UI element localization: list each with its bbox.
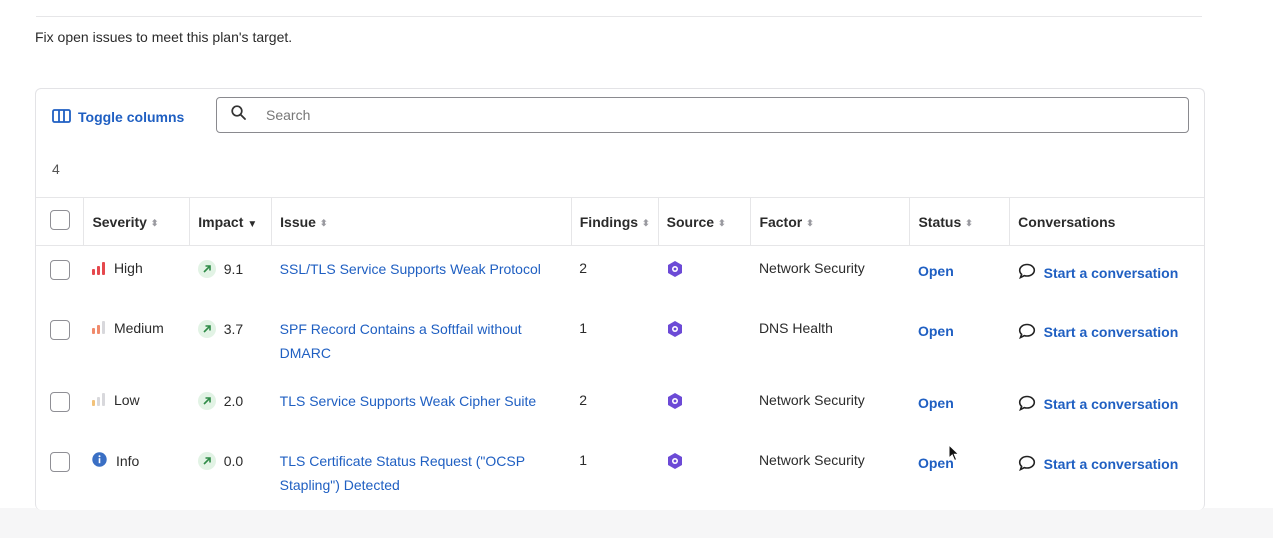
start-conversation-button[interactable]: Start a conversation — [1018, 263, 1196, 282]
search-input[interactable] — [264, 106, 1164, 124]
sort-icon: ⬍ — [806, 217, 814, 228]
intro-text: Fix open issues to meet this plan's targ… — [35, 29, 293, 45]
source-logo-icon — [666, 261, 684, 281]
status-link[interactable]: Open — [918, 395, 954, 411]
source-logo-icon — [666, 452, 684, 473]
sort-icon: ⬍ — [642, 217, 650, 228]
impact-value: 9.1 — [223, 261, 244, 277]
start-conversation-button[interactable]: Start a conversation — [1018, 323, 1196, 342]
signal-bars-medium-icon — [91, 321, 105, 334]
status-link[interactable]: Open — [918, 323, 954, 339]
impact-value: 0.0 — [223, 452, 244, 469]
toggle-columns-label: Toggle columns — [78, 109, 185, 125]
result-count: 4 — [52, 161, 60, 177]
header-issue[interactable]: Issue ⬍ — [271, 197, 572, 246]
source-logo-icon — [666, 392, 684, 413]
issues-table: Severity ⬍ Impact ▼ Issue ⬍ Findings ⬍ Sourc… — [36, 197, 1204, 510]
toggle-columns-button[interactable]: Toggle columns — [52, 105, 184, 129]
factor-label: Network Security — [758, 260, 865, 276]
search-box — [216, 97, 1189, 133]
sort-icon: ⬍ — [965, 217, 973, 228]
table-row: Medium 3.7 SPF Record Contains a Softfai… — [36, 306, 1204, 378]
signal-bars-high-icon — [91, 261, 105, 275]
header-conversations: Conversations — [1009, 197, 1204, 246]
factor-label: DNS Health — [758, 319, 833, 336]
severity-label: High — [113, 260, 143, 276]
search-icon — [231, 105, 246, 125]
impact-value: 3.7 — [223, 320, 244, 337]
impact-value: 2.0 — [223, 392, 244, 409]
issue-link[interactable]: TLS Certificate Status Request ("OCSP St… — [280, 449, 564, 497]
row-checkbox[interactable] — [50, 260, 70, 280]
severity-label: Low — [113, 391, 140, 408]
issue-link[interactable]: SPF Record Contains a Softfail without D… — [280, 317, 564, 365]
mouse-cursor-icon — [948, 443, 960, 467]
start-conversation-button[interactable]: Start a conversation — [1018, 455, 1196, 474]
header-findings[interactable]: Findings ⬍ — [571, 197, 659, 246]
start-conversation-button[interactable]: Start a conversation — [1018, 395, 1196, 414]
issues-card: Toggle columns 4 Severity⬍ Impact▼ Issue… — [35, 88, 1205, 510]
issue-link[interactable]: SSL/TLS Service Supports Weak Protocol — [280, 257, 541, 281]
header-severity[interactable]: Severity ⬍ — [83, 197, 191, 246]
header-factor[interactable]: Factor ⬍ — [750, 197, 911, 246]
info-circle-icon — [92, 451, 107, 470]
trend-up-icon — [197, 451, 216, 470]
findings-count: 2 — [579, 260, 588, 276]
findings-count: 1 — [579, 451, 588, 468]
source-logo-icon — [666, 320, 684, 341]
table-row: Info 0.0 TLS Certificate Status Request … — [36, 438, 1204, 510]
section-divider — [36, 16, 1202, 17]
sort-icon: ⬍ — [319, 217, 328, 228]
sort-icon: ⬍ — [718, 217, 726, 228]
header-source[interactable]: Source ⬍ — [658, 197, 752, 246]
trend-up-icon — [197, 319, 216, 338]
signal-bars-low-icon — [91, 393, 105, 406]
sort-descending-icon: ▼ — [247, 218, 258, 230]
row-checkbox[interactable] — [50, 391, 70, 412]
select-all-checkbox[interactable] — [50, 210, 70, 230]
status-link[interactable]: Open — [918, 263, 954, 279]
trend-up-icon — [197, 260, 216, 278]
chat-bubble-icon — [1018, 395, 1036, 414]
header-select-all — [36, 197, 85, 246]
severity-label: Medium — [113, 319, 164, 336]
trend-up-icon — [197, 391, 216, 410]
findings-count: 2 — [579, 391, 588, 408]
chat-bubble-icon — [1018, 455, 1036, 474]
chat-bubble-icon — [1018, 323, 1036, 342]
row-checkbox[interactable] — [50, 319, 70, 340]
chat-bubble-icon — [1018, 263, 1036, 282]
severity-label: Info — [115, 452, 140, 469]
sort-icon: ⬍ — [150, 217, 159, 228]
table-row: High 9.1 SSL/TLS Service Supports Weak P… — [36, 246, 1204, 306]
findings-count: 1 — [579, 319, 588, 336]
columns-icon — [52, 108, 71, 126]
factor-label: Network Security — [758, 451, 865, 468]
issue-link[interactable]: TLS Service Supports Weak Cipher Suite — [280, 389, 537, 413]
row-checkbox[interactable] — [50, 451, 70, 472]
table-row: Low 2.0 TLS Service Supports Weak Cipher… — [36, 378, 1204, 438]
table-header-row: Severity ⬍ Impact ▼ Issue ⬍ Findings ⬍ Sourc… — [36, 197, 1204, 246]
factor-label: Network Security — [758, 391, 865, 408]
header-impact[interactable]: Impact ▼ — [189, 197, 273, 246]
header-status[interactable]: Status ⬍ — [909, 197, 1011, 246]
